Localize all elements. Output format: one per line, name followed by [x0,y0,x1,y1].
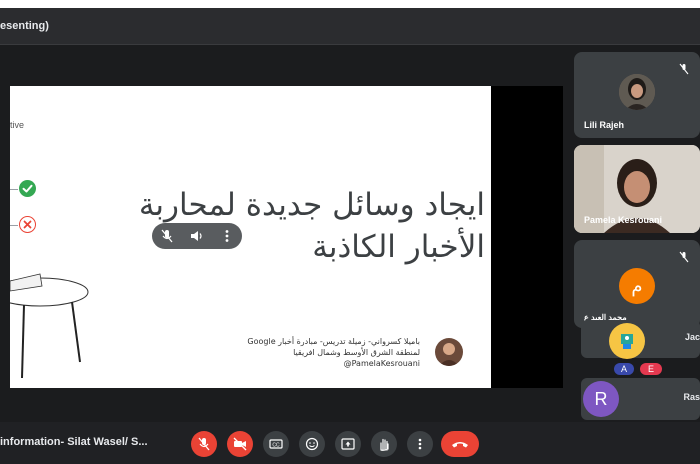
window-title: esenting) [0,20,49,32]
participant-tile[interactable]: Pamela Kesrouani [574,145,700,233]
mic-off-button[interactable] [191,431,217,457]
participant-badge: A [614,363,634,375]
mic-off-icon [198,437,210,451]
volume-icon[interactable] [189,228,205,244]
participant-badge: E [640,363,662,375]
presentation-overlay-controls [152,223,242,249]
emoji-icon [305,437,319,451]
participant-tile[interactable]: Lili Rajeh [574,52,700,138]
slide-line [10,225,18,226]
bottom-control-bar: information- Silat Wasel/ S... CC [0,422,700,464]
participant-name: Pamela Kesrouani [584,215,663,225]
avatar [619,74,655,110]
present-button[interactable] [335,431,361,457]
credit-line: PamelaKesrouani@ [343,359,420,368]
present-icon [341,438,355,450]
credit-line: لمنطقة الشرق الأوسط وشمال افريقيا [293,348,420,357]
end-call-icon [452,442,468,448]
presentation-slide[interactable]: tive ايجاد وسائل جديدة لمحاربة الأخبار ا… [10,86,491,388]
mic-off-icon[interactable] [159,228,175,244]
captions-button[interactable]: CC [263,431,289,457]
credit-line: باميلا كسرواني- زميلة تدريس- مبادرة أخبا… [247,337,420,346]
meeting-name: information- Silat Wasel/ S... [0,436,148,448]
avatar: م [619,268,655,304]
table-laptop-sketch [10,273,89,379]
slide-title-line: ايجاد وسائل جديدة لمحاربة [138,187,485,223]
mic-off-icon [678,250,690,263]
presenter-credit: باميلا كسرواني- زميلة تدريس- مبادرة أخبا… [205,336,420,369]
more-options-button[interactable] [407,431,433,457]
end-call-button[interactable] [441,431,479,457]
slide-line [10,189,18,190]
raise-hand-icon [380,438,389,451]
title-bar: esenting) [0,8,700,45]
participant-tile-small[interactable]: R Ras [581,378,700,420]
raise-hand-button[interactable] [371,431,397,457]
browser-top-strip [0,0,700,8]
more-vert-icon[interactable] [219,228,235,244]
participant-name: Jac [684,332,700,342]
avatar-initial: R [594,388,608,409]
avatar: R [583,381,619,417]
avatar [609,323,645,359]
camera-off-icon [233,437,247,451]
slide-title: ايجاد وسائل جديدة لمحاربة الأخبار الكاذب… [25,184,485,268]
emoji-button[interactable] [299,431,325,457]
participant-name: Ras [683,392,700,402]
slide-title-line: الأخبار الكاذبة [312,229,485,265]
svg-text:CC: CC [272,443,280,449]
participant-tile-small[interactable]: Jac [581,320,700,359]
mic-off-icon [678,62,690,75]
avatar-initial: م [631,275,643,296]
camera-off-button[interactable] [227,431,253,457]
presenter-avatar [435,338,463,366]
captions-icon: CC [269,439,283,449]
slide-tag: tive [10,120,25,130]
participant-name: Lili Rajeh [584,120,625,130]
participant-tile[interactable]: م محمد العبد ع [574,240,700,328]
more-vert-icon [418,438,422,450]
